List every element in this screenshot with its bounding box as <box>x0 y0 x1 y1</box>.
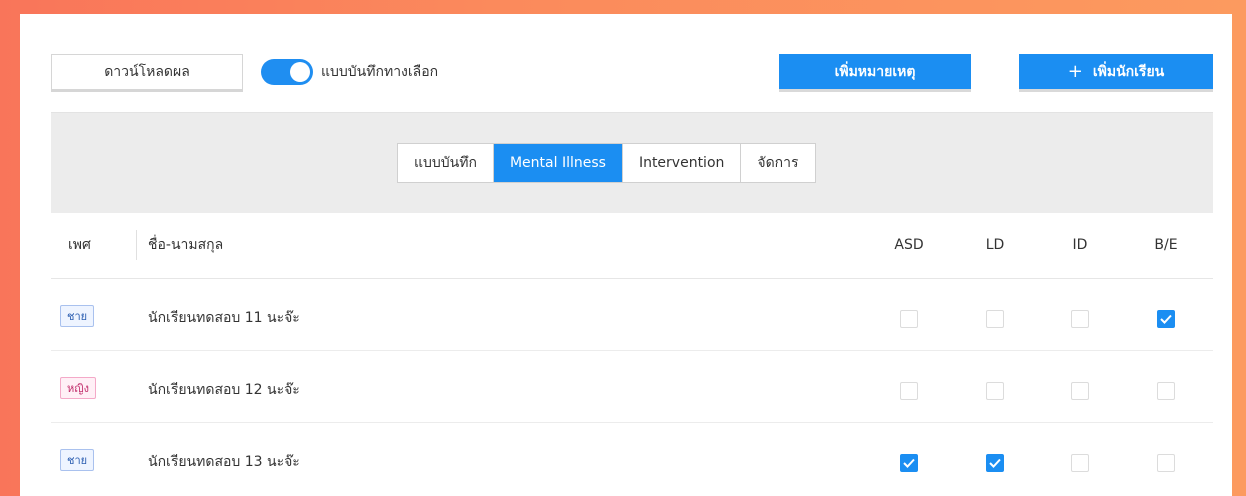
tab-bar: แบบบันทึก Mental Illness Intervention จั… <box>51 112 1213 213</box>
id-checkbox[interactable] <box>1071 382 1089 400</box>
tab-intervention[interactable]: Intervention <box>623 144 742 182</box>
main-card: ดาวน์โหลดผล แบบบันทึกทางเลือก เพิ่มหมายเ… <box>20 14 1232 496</box>
student-name: นักเรียนทดสอบ 13 นะจ๊ะ <box>148 454 300 470</box>
sex-badge: ชาย <box>60 305 95 327</box>
add-student-button[interactable]: + เพิ่มนักเรียน <box>1019 54 1213 92</box>
student-name: นักเรียนทดสอบ 12 นะจ๊ะ <box>148 382 300 398</box>
plus-icon: + <box>1067 61 1083 82</box>
tab-mental-illness[interactable]: Mental Illness <box>493 144 623 182</box>
alternate-form-toggle-group: แบบบันทึกทางเลือก <box>261 59 438 85</box>
id-checkbox[interactable] <box>1071 454 1089 472</box>
tab-form[interactable]: แบบบันทึก <box>398 144 494 182</box>
be-checkbox[interactable] <box>1157 310 1175 328</box>
table-row: หญิง นักเรียนทดสอบ 12 นะจ๊ะ <box>51 351 1213 423</box>
ld-checkbox[interactable] <box>986 310 1004 328</box>
asd-checkbox[interactable] <box>900 310 918 328</box>
toolbar: ดาวน์โหลดผล แบบบันทึกทางเลือก เพิ่มหมายเ… <box>20 14 1232 112</box>
table-row: ชาย นักเรียนทดสอบ 13 นะจ๊ะ <box>51 423 1213 494</box>
id-checkbox[interactable] <box>1071 310 1089 328</box>
toggle-label: แบบบันทึกทางเลือก <box>321 64 439 80</box>
be-checkbox[interactable] <box>1157 454 1175 472</box>
table-header: เพศ ชื่อ-นามสกุล ASD LD ID B/E <box>51 212 1213 279</box>
table-row: ชาย นักเรียนทดสอบ 11 นะจ๊ะ <box>51 279 1213 351</box>
add-student-label: เพิ่มนักเรียน <box>1092 63 1165 80</box>
header-be: B/E <box>1154 237 1178 253</box>
sex-badge: ชาย <box>60 449 95 471</box>
student-table: เพศ ชื่อ-นามสกุล ASD LD ID B/E ชาย นักเร… <box>51 212 1213 494</box>
header-name: ชื่อ-นามสกุล <box>148 237 224 253</box>
sex-badge: หญิง <box>60 377 96 399</box>
asd-checkbox[interactable] <box>900 454 918 472</box>
ld-checkbox[interactable] <box>986 382 1004 400</box>
asd-checkbox[interactable] <box>900 382 918 400</box>
add-note-label: เพิ่มหมายเหตุ <box>834 63 916 80</box>
header-ld: LD <box>985 237 1005 253</box>
be-checkbox[interactable] <box>1157 382 1175 400</box>
student-name: นักเรียนทดสอบ 11 นะจ๊ะ <box>148 310 300 326</box>
alternate-form-toggle[interactable] <box>261 59 313 85</box>
tab-group: แบบบันทึก Mental Illness Intervention จั… <box>397 143 816 183</box>
add-note-button[interactable]: เพิ่มหมายเหตุ <box>779 54 971 92</box>
ld-checkbox[interactable] <box>986 454 1004 472</box>
header-divider <box>136 230 137 260</box>
header-sex: เพศ <box>68 237 91 253</box>
tab-manage[interactable]: จัดการ <box>741 144 814 182</box>
header-id: ID <box>1072 237 1088 253</box>
header-asd: ASD <box>894 237 924 253</box>
toggle-knob <box>290 62 310 82</box>
download-results-button[interactable]: ดาวน์โหลดผล <box>51 54 243 92</box>
